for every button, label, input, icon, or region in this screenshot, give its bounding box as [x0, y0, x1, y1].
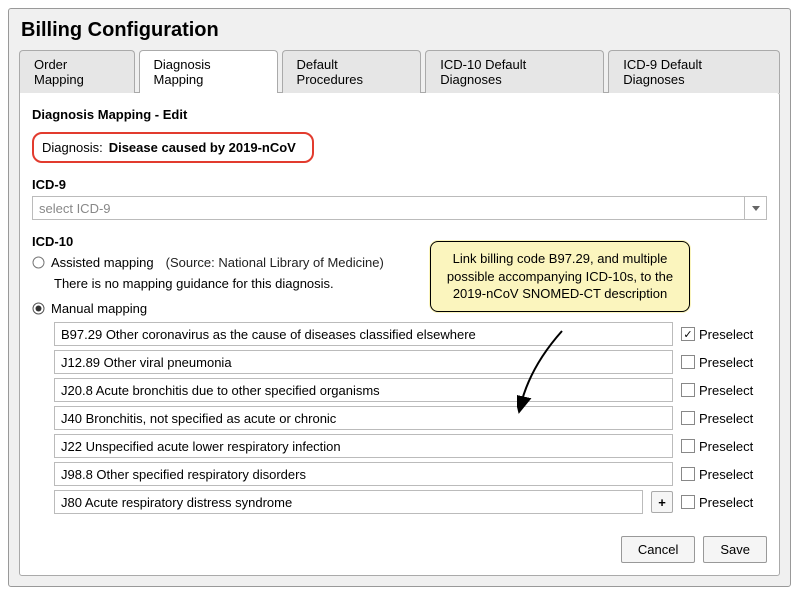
- preselect-label: Preselect: [699, 355, 753, 370]
- mapping-row: Preselect: [54, 406, 767, 430]
- preselect-label: Preselect: [699, 327, 753, 342]
- preselect-checkbox[interactable]: [681, 439, 695, 453]
- mapping-row: Preselect: [54, 434, 767, 458]
- preselect-group[interactable]: Preselect: [681, 327, 767, 342]
- cancel-button[interactable]: Cancel: [621, 536, 695, 563]
- dialog-footer: Cancel Save: [32, 536, 767, 563]
- tab-bar: Order Mapping Diagnosis Mapping Default …: [19, 50, 780, 93]
- preselect-checkbox[interactable]: [681, 383, 695, 397]
- diagnosis-label: Diagnosis:: [42, 140, 103, 155]
- tab-default-procedures[interactable]: Default Procedures: [282, 50, 422, 93]
- preselect-checkbox[interactable]: [681, 467, 695, 481]
- preselect-checkbox[interactable]: [681, 495, 695, 509]
- tab-order-mapping[interactable]: Order Mapping: [19, 50, 135, 93]
- panel-heading: Diagnosis Mapping - Edit: [32, 107, 767, 122]
- icd9-label: ICD-9: [32, 177, 767, 192]
- icd10-code-input[interactable]: [54, 322, 673, 346]
- manual-label: Manual mapping: [51, 301, 147, 316]
- radio-assisted[interactable]: [32, 256, 45, 269]
- preselect-group[interactable]: Preselect: [681, 355, 767, 370]
- radio-manual[interactable]: [32, 302, 45, 315]
- mapping-row: Preselect: [54, 322, 767, 346]
- icd10-code-input[interactable]: [54, 406, 673, 430]
- assisted-label: Assisted mapping: [51, 255, 154, 270]
- billing-config-window: Billing Configuration Order Mapping Diag…: [8, 8, 791, 587]
- preselect-group[interactable]: Preselect: [681, 383, 767, 398]
- preselect-label: Preselect: [699, 439, 753, 454]
- icd9-select[interactable]: select ICD-9: [32, 196, 767, 220]
- mapping-row: Preselect: [54, 378, 767, 402]
- chevron-down-icon: [744, 197, 766, 219]
- mapping-row: + Preselect: [54, 490, 767, 514]
- preselect-label: Preselect: [699, 411, 753, 426]
- preselect-label: Preselect: [699, 495, 753, 510]
- preselect-group[interactable]: Preselect: [681, 467, 767, 482]
- mapping-row: Preselect: [54, 462, 767, 486]
- icd10-code-input[interactable]: [54, 434, 673, 458]
- preselect-checkbox[interactable]: [681, 355, 695, 369]
- icd10-code-input[interactable]: [54, 350, 673, 374]
- icd10-code-input[interactable]: [54, 462, 673, 486]
- manual-mapping-list: Preselect Preselect Preselect Preselect Pres…: [54, 322, 767, 514]
- icd10-code-input[interactable]: [54, 378, 673, 402]
- page-title: Billing Configuration: [21, 19, 780, 42]
- tab-icd9-default[interactable]: ICD-9 Default Diagnoses: [608, 50, 780, 93]
- preselect-group[interactable]: Preselect: [681, 439, 767, 454]
- preselect-checkbox[interactable]: [681, 327, 695, 341]
- annotation-callout: Link billing code B97.29, and multiple p…: [430, 241, 690, 312]
- icd10-code-input[interactable]: [54, 490, 643, 514]
- tab-icd10-default[interactable]: ICD-10 Default Diagnoses: [425, 50, 604, 93]
- preselect-label: Preselect: [699, 383, 753, 398]
- add-mapping-button[interactable]: +: [651, 491, 673, 513]
- tab-diagnosis-mapping[interactable]: Diagnosis Mapping: [139, 50, 278, 93]
- panel: Diagnosis Mapping - Edit Diagnosis: Dise…: [19, 92, 780, 576]
- save-button[interactable]: Save: [703, 536, 767, 563]
- assisted-source: (Source: National Library of Medicine): [166, 255, 384, 270]
- preselect-group[interactable]: Preselect: [681, 495, 767, 510]
- icd9-placeholder: select ICD-9: [39, 201, 111, 216]
- mapping-row: Preselect: [54, 350, 767, 374]
- diagnosis-highlight: Diagnosis: Disease caused by 2019-nCoV: [32, 132, 314, 163]
- preselect-label: Preselect: [699, 467, 753, 482]
- preselect-group[interactable]: Preselect: [681, 411, 767, 426]
- preselect-checkbox[interactable]: [681, 411, 695, 425]
- diagnosis-value: Disease caused by 2019-nCoV: [109, 140, 296, 155]
